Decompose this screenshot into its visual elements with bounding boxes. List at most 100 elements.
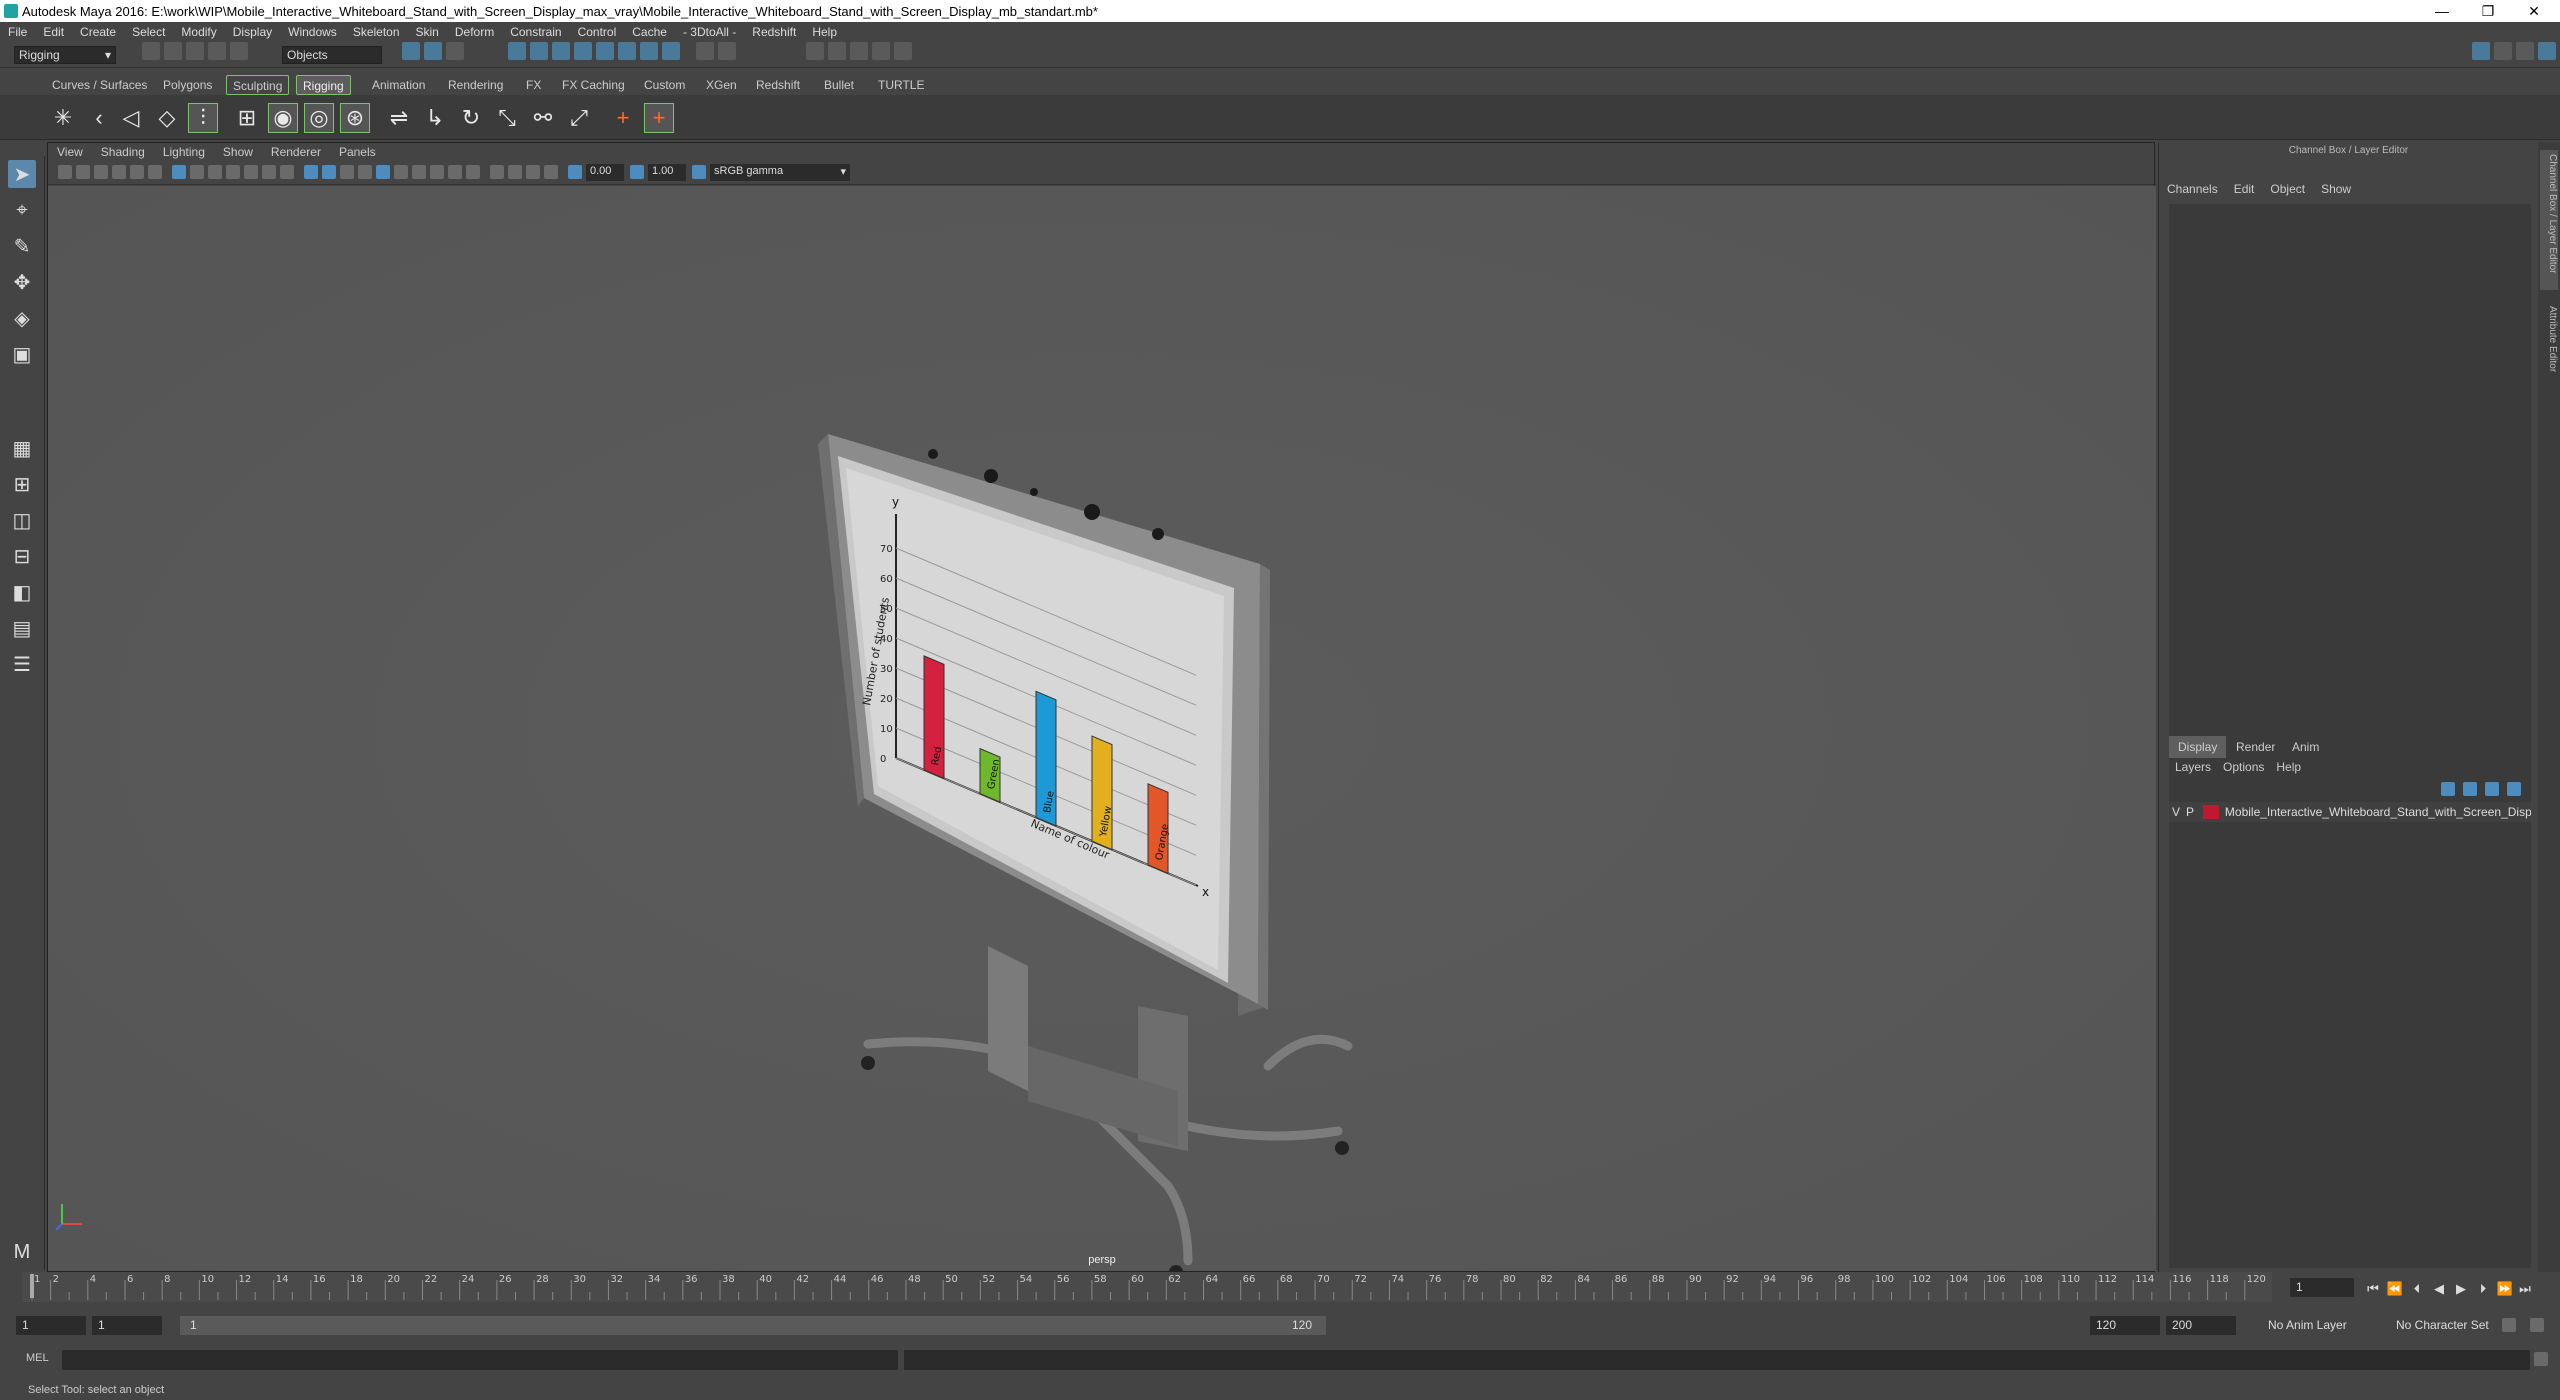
viewport-menu-show[interactable]: Show [214,145,262,159]
playback-start-field[interactable]: 1 [92,1316,162,1335]
snap-view-icon[interactable] [574,42,592,60]
textured-icon[interactable] [358,165,372,179]
script-editor-icon[interactable] [2534,1352,2548,1366]
select-component-icon[interactable] [446,42,464,60]
move-layer-down-icon[interactable] [2463,782,2477,796]
side-tab-attribute-editor[interactable]: Attribute Editor [2540,302,2558,402]
go-to-end-icon[interactable]: ⏭ [2516,1280,2534,1298]
select-object-icon[interactable] [424,42,442,60]
motion-blur-icon[interactable] [430,165,444,179]
smooth-shade-icon[interactable] [322,165,336,179]
aim-constraint-icon[interactable]: + [644,103,674,133]
render-current-icon[interactable] [828,42,846,60]
playback-end-field[interactable]: 120 [2090,1316,2160,1335]
menu-cache[interactable]: Cache [624,25,675,39]
point-constraint-icon[interactable]: ↳ [420,103,450,133]
mirror-joint-icon[interactable]: ◁ [116,103,146,133]
restore-button[interactable]: ❐ [2466,0,2510,22]
grease-pencil-icon[interactable] [148,165,162,179]
shelf-tab-bullet[interactable]: Bullet [818,75,860,95]
snap-point-icon[interactable] [552,42,570,60]
ambient-occlusion-icon[interactable] [412,165,426,179]
menu-control[interactable]: Control [570,25,625,39]
menu-select[interactable]: Select [124,25,173,39]
orient-constraint-icon[interactable]: ↻ [456,103,486,133]
menu-redshift[interactable]: Redshift [744,25,804,39]
cb-menu-channels[interactable]: Channels [2159,182,2226,200]
snap-curve-icon[interactable] [530,42,548,60]
four-view-layout-icon[interactable]: ⊞ [8,470,36,498]
bind-skin-icon[interactable]: ⊞ [232,103,262,133]
pole-vector-icon[interactable]: ⤢ [564,103,594,133]
xray-joints-icon[interactable] [544,165,558,179]
menu-create[interactable]: Create [72,25,124,39]
viewport-menu-panels[interactable]: Panels [330,145,385,159]
ik-handle-icon[interactable]: ⫶ [188,103,218,133]
menu-deform[interactable]: Deform [447,25,502,39]
menu-help[interactable]: Help [804,25,845,39]
shelf-tab-custom[interactable]: Custom [638,75,691,95]
new-layer-selected-icon[interactable] [2507,782,2521,796]
layer-tab-anim[interactable]: Anim [2283,736,2328,758]
layer-menu-options[interactable]: Options [2217,760,2270,778]
snap-grid-icon[interactable] [508,42,526,60]
workspace-layout-icon[interactable] [2472,42,2490,60]
menu-windows[interactable]: Windows [280,25,345,39]
viewport-menu-shading[interactable]: Shading [92,145,154,159]
layer-playback-toggle[interactable]: P [2183,805,2197,819]
xray-active-icon[interactable] [526,165,540,179]
rotate-tool-icon[interactable]: ◈ [8,304,36,332]
construction-history-icon[interactable] [718,42,736,60]
menu-constrain[interactable]: Constrain [502,25,569,39]
layer-menu-layers[interactable]: Layers [2169,760,2217,778]
shelf-tab-curves-surfaces[interactable]: Curves / Surfaces [46,75,153,95]
shelf-tab-sculpting[interactable]: Sculpting [226,75,290,95]
layer-name[interactable]: Mobile_Interactive_Whiteboard_Stand_with… [2225,805,2531,819]
cluster-icon[interactable]: ⇌ [384,103,414,133]
snap-surface-icon[interactable] [596,42,614,60]
snap-projected-icon[interactable] [618,42,636,60]
side-tab-channel-box[interactable]: Channel Box / Layer Editor [2540,150,2558,290]
step-back-key-icon[interactable]: ⏪ [2386,1280,2404,1298]
lattice-icon[interactable]: ⊛ [340,103,370,133]
start-time-field[interactable]: 1 [16,1316,86,1335]
step-back-frame-icon[interactable]: ⏴ [2408,1280,2426,1298]
snap-history-icon[interactable] [662,42,680,60]
redo-icon[interactable] [230,42,248,60]
step-forward-frame-icon[interactable]: ⏵ [2474,1280,2492,1298]
layer-menu-help[interactable]: Help [2270,760,2307,778]
smooth-skin-icon[interactable]: ◉ [268,103,298,133]
shelf-tab-rigging[interactable]: Rigging [296,75,351,95]
depth-of-field-icon[interactable] [466,165,480,179]
auto-key-icon[interactable] [2502,1318,2516,1332]
menu-skin[interactable]: Skin [408,25,447,39]
lights-icon[interactable] [376,165,390,179]
save-scene-icon[interactable] [186,42,204,60]
play-backward-icon[interactable]: ◀ [2430,1280,2448,1298]
shelf-tab-polygons[interactable]: Polygons [157,75,218,95]
film-gate-icon[interactable] [190,165,204,179]
shelf-tab-rendering[interactable]: Rendering [442,75,509,95]
bookmark-icon[interactable] [94,165,108,179]
isolate-select-icon[interactable] [490,165,504,179]
locator-icon[interactable]: + [608,103,638,133]
cb-menu-show[interactable]: Show [2313,182,2359,200]
persp-outliner-layout-icon[interactable]: ◧ [8,578,36,606]
range-bar[interactable]: 1 120 [180,1316,1326,1335]
3d-scene[interactable]: Red Green Blue Yellow Orange 0 10 20 30 40 50 60 70… [48,186,2156,1271]
safe-title-icon[interactable] [280,165,294,179]
outliner-layout-icon[interactable]: ▤ [8,614,36,642]
toggle-outliner-icon[interactable] [2516,42,2534,60]
menu-3dtoall[interactable]: - 3DtoAll - [675,25,744,39]
camera-attributes-icon[interactable] [76,165,90,179]
gamma-icon[interactable] [630,165,644,179]
anti-aliasing-icon[interactable] [448,165,462,179]
image-plane-icon[interactable] [112,165,126,179]
scale-constraint-icon[interactable]: ⤡ [492,103,522,133]
select-tool-icon[interactable]: ➤ [8,160,36,188]
anim-layer-dropdown[interactable]: No Anim Layer [2262,1316,2382,1335]
scale-tool-icon[interactable]: ▣ [8,340,36,368]
snap-surface-live-icon[interactable] [640,42,658,60]
select-hierarchy-icon[interactable] [402,42,420,60]
menu-edit[interactable]: Edit [35,25,72,39]
